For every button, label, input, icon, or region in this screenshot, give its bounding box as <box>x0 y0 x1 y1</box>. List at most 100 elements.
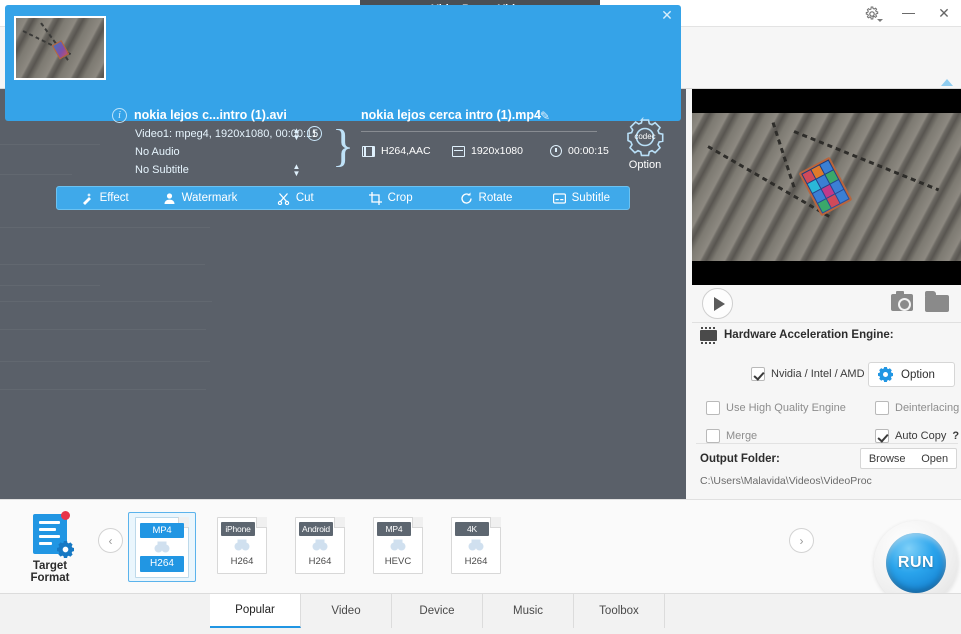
cut-button[interactable]: Cut <box>248 187 343 209</box>
tab-device[interactable]: Device <box>392 594 483 628</box>
format-preset-mp4-h264[interactable]: MP4 H264 <box>128 512 196 582</box>
preset-next-button[interactable]: › <box>789 528 814 553</box>
category-tabs-bar: Popular Video Device Music Toolbox <box>0 593 961 634</box>
watermark-button[interactable]: Watermark <box>152 187 247 209</box>
target-format-bar: Target Format ‹ › MP4 H264 iPhone H264 A… <box>0 499 961 593</box>
preset-glyph <box>312 539 329 552</box>
output-file-name[interactable]: nokia lejos cerca intro (1).mp4 <box>361 108 541 122</box>
tab-popular[interactable]: Popular <box>210 594 301 628</box>
crop-button[interactable]: Crop <box>343 187 438 209</box>
camera-icon[interactable] <box>891 291 913 311</box>
preset-bottom-label: H264 <box>308 556 332 567</box>
watermark-label: Watermark <box>181 192 238 204</box>
target-format-label: Target Format <box>30 560 70 584</box>
format-preset-strip: MP4 H264 iPhone H264 Android H264 MP4 HE… <box>128 510 783 584</box>
deinterlacing-checkbox[interactable] <box>875 401 889 415</box>
auto-copy-row[interactable]: Auto Copy ? <box>875 429 959 443</box>
play-icon[interactable] <box>702 288 733 319</box>
crop-icon <box>368 191 382 205</box>
tab-music[interactable]: Music <box>483 594 574 628</box>
preset-prev-button[interactable]: ‹ <box>98 528 123 553</box>
open-button[interactable]: Open <box>921 453 948 465</box>
effect-button[interactable]: Effect <box>57 187 152 209</box>
flow-brace: } <box>332 119 355 171</box>
preset-top-label: MP4 <box>377 521 411 536</box>
preset-glyph <box>154 541 171 554</box>
wand-icon <box>81 192 94 205</box>
minimize-button[interactable] <box>897 3 919 25</box>
merge-label: Merge <box>726 430 758 442</box>
codec-option-label: Option <box>628 159 662 171</box>
right-panel: Hardware Acceleration Engine: Nvidia / I… <box>686 89 961 499</box>
pencil-icon[interactable]: ✎ <box>540 109 553 123</box>
auto-copy-label: Auto Copy <box>895 430 947 442</box>
engine-checkbox[interactable] <box>751 367 765 381</box>
rotate-label: Rotate <box>478 192 513 204</box>
engine-checkbox-row[interactable]: Nvidia / Intel / AMD <box>751 367 865 381</box>
deinterlacing-label: Deinterlacing <box>895 402 960 414</box>
stream-count-badge: 1 <box>307 126 322 141</box>
source-video-info: Video1: mpeg4, 1920x1080, 00:00:15 <box>135 128 319 140</box>
output-codec-row: H264,AAC <box>362 145 431 157</box>
settings-gear-button[interactable] <box>861 3 883 25</box>
source-subtitle-info: No Subtitle <box>135 164 189 176</box>
format-preset-mp4-hevc[interactable]: MP4 HEVC <box>373 516 430 578</box>
format-preset-4k-h264[interactable]: 4K H264 <box>451 516 508 578</box>
scroll-up-icon[interactable] <box>941 79 953 86</box>
folder-icon[interactable] <box>925 291 949 312</box>
tab-video[interactable]: Video <box>301 594 392 628</box>
preset-top-label: Android <box>299 521 333 536</box>
auto-copy-help-icon[interactable]: ? <box>952 430 959 442</box>
deinterlacing-row[interactable]: Deinterlacing <box>875 401 959 415</box>
browse-button[interactable]: Browse <box>869 453 906 465</box>
output-codec-value: H264,AAC <box>381 145 431 157</box>
source-file-name: nokia lejos c...intro (1).avi <box>134 108 287 122</box>
file-item-card[interactable]: ✕ <box>5 5 681 121</box>
codec-option-button[interactable]: codec Option <box>620 116 670 171</box>
close-button[interactable]: ✕ <box>933 3 955 25</box>
hardware-option-button[interactable]: Option <box>868 362 955 387</box>
auto-copy-checkbox[interactable] <box>875 429 889 443</box>
notification-dot <box>61 511 70 520</box>
target-format-icon <box>33 511 75 558</box>
merge-checkbox[interactable] <box>706 429 720 443</box>
preset-glyph <box>468 539 485 552</box>
remove-file-button[interactable]: ✕ <box>660 8 674 23</box>
preset-glyph <box>390 539 407 552</box>
video-stream-stepper[interactable]: ▲ ▼ <box>292 127 301 142</box>
preset-top-label: MP4 <box>140 522 184 538</box>
hardware-title: Hardware Acceleration Engine: <box>724 329 894 341</box>
chevron-down-icon <box>877 18 883 22</box>
merge-row[interactable]: Merge <box>706 429 757 443</box>
format-preset-iphone-h264[interactable]: iPhone H264 <box>217 516 274 578</box>
output-folder-label: Output Folder: <box>700 453 780 465</box>
resolution-icon <box>452 145 465 157</box>
hardware-acceleration-panel: Hardware Acceleration Engine: Nvidia / I… <box>692 326 961 499</box>
videoproc-window: VideoProc - Video ✕ Back <box>0 0 961 634</box>
scissors-icon <box>277 192 290 205</box>
video-preview[interactable] <box>692 89 961 285</box>
target-format-block: Target Format <box>14 511 86 584</box>
preset-glyph <box>234 539 251 552</box>
gear-icon <box>878 367 894 382</box>
video-thumbnail <box>14 16 106 80</box>
rotate-button[interactable]: Rotate <box>438 187 533 209</box>
cut-label: Cut <box>295 192 314 204</box>
rotate-icon <box>460 192 473 205</box>
info-icon[interactable]: i <box>112 108 127 123</box>
hardware-option-label: Option <box>901 368 935 381</box>
hardware-header: Hardware Acceleration Engine: <box>700 326 894 344</box>
format-preset-android-h264[interactable]: Android H264 <box>295 516 352 578</box>
subtitle-stream-stepper[interactable]: ▲ ▼ <box>292 163 301 178</box>
codec-gear-icon: codec <box>625 116 665 157</box>
high-quality-row[interactable]: Use High Quality Engine <box>706 401 846 415</box>
tab-toolbox[interactable]: Toolbox <box>574 594 665 628</box>
engine-label: Nvidia / Intel / AMD <box>771 368 865 380</box>
subtitle-icon <box>552 192 566 205</box>
high-quality-checkbox[interactable] <box>706 401 720 415</box>
output-resolution-row: 1920x1080 <box>452 145 523 157</box>
effect-label: Effect <box>99 192 129 204</box>
clock-icon <box>550 145 562 157</box>
subtitle-button[interactable]: Subtitle <box>534 187 629 209</box>
run-button[interactable]: RUN <box>886 533 946 593</box>
